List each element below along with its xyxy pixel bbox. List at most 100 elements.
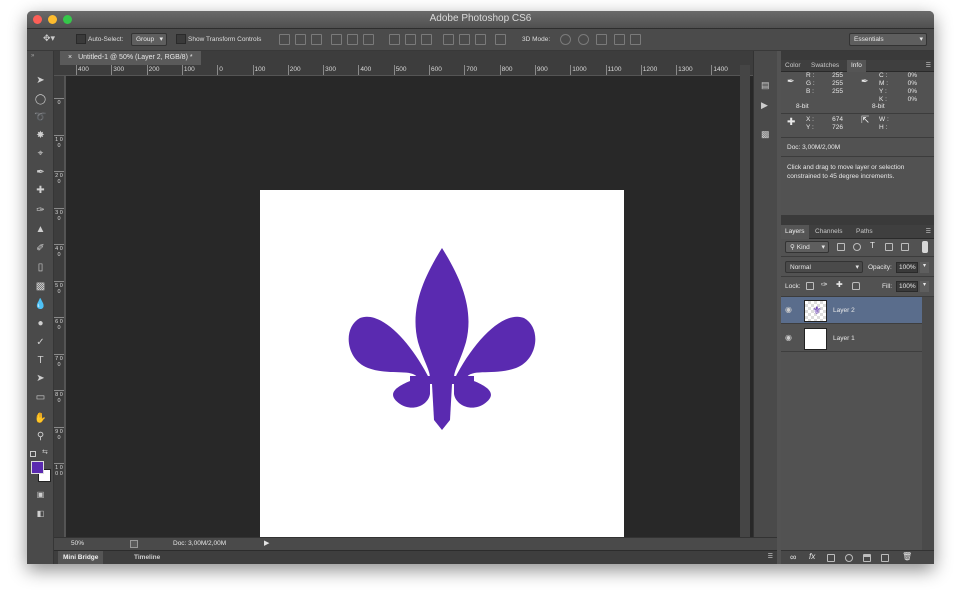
workspace-dropdown[interactable]: Essentials: [849, 33, 927, 46]
link-layers-icon[interactable]: ∞: [790, 553, 796, 562]
3d-slide-icon[interactable]: [614, 34, 625, 45]
filter-toggle-switch[interactable]: [922, 241, 928, 253]
layer-1-name[interactable]: Layer 1: [833, 334, 855, 343]
properties-panel-icon[interactable]: ▩: [761, 129, 770, 140]
lock-image-icon[interactable]: ✑: [821, 281, 828, 289]
path-selection-tool-icon[interactable]: ➤: [32, 371, 49, 387]
rectangle-tool-icon[interactable]: ▭: [32, 390, 49, 406]
distribute-top-icon[interactable]: [389, 34, 400, 45]
pen-tool-icon[interactable]: ✓: [32, 335, 49, 351]
align-horizontal-centers-icon[interactable]: [347, 34, 358, 45]
panel-collapse-icon[interactable]: »: [31, 53, 34, 59]
eyedropper-tool-icon[interactable]: ✒: [32, 165, 49, 181]
move-tool-icon[interactable]: ✥▾: [43, 32, 55, 44]
quick-mask-icon[interactable]: ▣: [32, 487, 49, 503]
tab-channels[interactable]: Channels: [811, 225, 846, 239]
layer-filter-dropdown[interactable]: ⚲ Kind: [785, 241, 829, 253]
vertical-scrollbar[interactable]: [740, 65, 750, 537]
show-transform-checkbox[interactable]: [176, 34, 186, 44]
marquee-tool-icon[interactable]: ◯: [32, 92, 49, 108]
document-tab[interactable]: × Untitled-1 @ 50% (Layer 2, RGB/8) *: [60, 51, 201, 65]
3d-scale-icon[interactable]: [630, 34, 641, 45]
auto-align-layers-icon[interactable]: [495, 34, 506, 45]
filter-adjustment-icon[interactable]: [853, 243, 861, 251]
lock-position-icon[interactable]: ✚: [836, 281, 843, 289]
align-left-icon[interactable]: [331, 34, 342, 45]
zoom-tool-icon[interactable]: ⚲: [32, 429, 49, 445]
filter-shape-icon[interactable]: [885, 243, 893, 251]
layer-style-icon[interactable]: fx: [809, 553, 815, 561]
tab-info[interactable]: Info: [847, 60, 866, 72]
3d-rotate-icon[interactable]: [560, 34, 571, 45]
actions-panel-icon[interactable]: ▶: [761, 100, 768, 111]
brush-tool-icon[interactable]: ✑: [32, 203, 49, 219]
align-right-icon[interactable]: [363, 34, 374, 45]
foreground-color-swatch[interactable]: [31, 461, 44, 474]
tab-color[interactable]: Color: [781, 60, 805, 72]
fill-input[interactable]: 100%: [896, 281, 918, 292]
status-menu-arrow-icon[interactable]: ▶: [264, 538, 269, 550]
eraser-tool-icon[interactable]: ▯: [32, 260, 49, 276]
bottom-panel-menu-icon[interactable]: ☰: [768, 551, 773, 564]
dodge-tool-icon[interactable]: ●: [32, 316, 49, 332]
default-colors-icon[interactable]: [30, 451, 36, 457]
filter-type-icon[interactable]: T: [870, 242, 875, 250]
screen-mode-icon[interactable]: ◧: [32, 506, 49, 522]
healing-brush-tool-icon[interactable]: ✚: [32, 183, 49, 199]
swap-colors-icon[interactable]: ⇆: [42, 448, 48, 456]
layers-scrollbar[interactable]: [922, 297, 934, 550]
align-bottom-icon[interactable]: [311, 34, 322, 45]
3d-roll-icon[interactable]: [578, 34, 589, 45]
distribute-right-icon[interactable]: [475, 34, 486, 45]
tab-swatches[interactable]: Swatches: [807, 60, 843, 72]
filter-pixel-icon[interactable]: [837, 243, 845, 251]
distribute-horizontal-centers-icon[interactable]: [459, 34, 470, 45]
blend-mode-dropdown[interactable]: Normal: [785, 261, 863, 273]
clone-stamp-tool-icon[interactable]: ▲: [32, 222, 49, 238]
move-tool-icon[interactable]: ➤: [32, 73, 49, 89]
filter-smart-object-icon[interactable]: [901, 243, 909, 251]
canvas-area[interactable]: [66, 76, 768, 554]
quick-selection-tool-icon[interactable]: ✸: [32, 128, 49, 144]
distribute-left-icon[interactable]: [443, 34, 454, 45]
document-image[interactable]: [260, 190, 624, 554]
visibility-eye-icon[interactable]: ◉: [785, 306, 792, 314]
mini-bridge-tab[interactable]: Mini Bridge: [58, 551, 104, 564]
type-tool-icon[interactable]: T: [32, 353, 49, 369]
trash-icon[interactable]: 🗑: [902, 553, 912, 561]
auto-select-checkbox[interactable]: [76, 34, 86, 44]
new-layer-icon[interactable]: [881, 554, 889, 562]
opacity-input[interactable]: 100%: [896, 262, 918, 273]
opacity-dropdown-icon[interactable]: ▾: [920, 262, 929, 273]
info-panel-menu-icon[interactable]: ☰: [926, 60, 931, 72]
auto-select-dropdown[interactable]: Group: [131, 33, 167, 46]
lasso-tool-icon[interactable]: ➰: [32, 110, 49, 126]
crop-tool-icon[interactable]: ⌖: [32, 146, 49, 162]
fill-dropdown-icon[interactable]: ▾: [920, 281, 929, 292]
layer-mask-icon[interactable]: [827, 554, 835, 562]
blur-tool-icon[interactable]: 💧: [32, 297, 49, 313]
history-panel-icon[interactable]: ▤: [761, 80, 770, 91]
align-top-icon[interactable]: [279, 34, 290, 45]
adjustment-layer-icon[interactable]: [845, 554, 853, 562]
layer-row-layer-2[interactable]: ◉ ⚜ Layer 2: [781, 297, 922, 324]
3d-drag-icon[interactable]: [596, 34, 607, 45]
visibility-eye-icon[interactable]: ◉: [785, 334, 792, 342]
new-group-icon[interactable]: [863, 554, 871, 562]
status-page-icon[interactable]: [130, 540, 138, 548]
gradient-tool-icon[interactable]: ▩: [32, 279, 49, 295]
layers-panel-menu-icon[interactable]: ☰: [926, 225, 931, 239]
history-brush-tool-icon[interactable]: ✐: [32, 241, 49, 257]
tab-paths[interactable]: Paths: [852, 225, 877, 239]
align-vertical-centers-icon[interactable]: [295, 34, 306, 45]
hand-tool-icon[interactable]: ✋: [32, 411, 49, 427]
document-tab-close-button[interactable]: ×: [68, 54, 72, 61]
distribute-vertical-centers-icon[interactable]: [405, 34, 416, 45]
distribute-bottom-icon[interactable]: [421, 34, 432, 45]
tab-layers[interactable]: Layers: [781, 225, 809, 239]
layer-row-layer-1[interactable]: ◉ Layer 1: [781, 325, 922, 352]
lock-all-icon[interactable]: [852, 282, 860, 290]
layer-2-name[interactable]: Layer 2: [833, 306, 855, 315]
zoom-level[interactable]: 50%: [71, 538, 84, 550]
timeline-tab[interactable]: Timeline: [134, 551, 160, 564]
